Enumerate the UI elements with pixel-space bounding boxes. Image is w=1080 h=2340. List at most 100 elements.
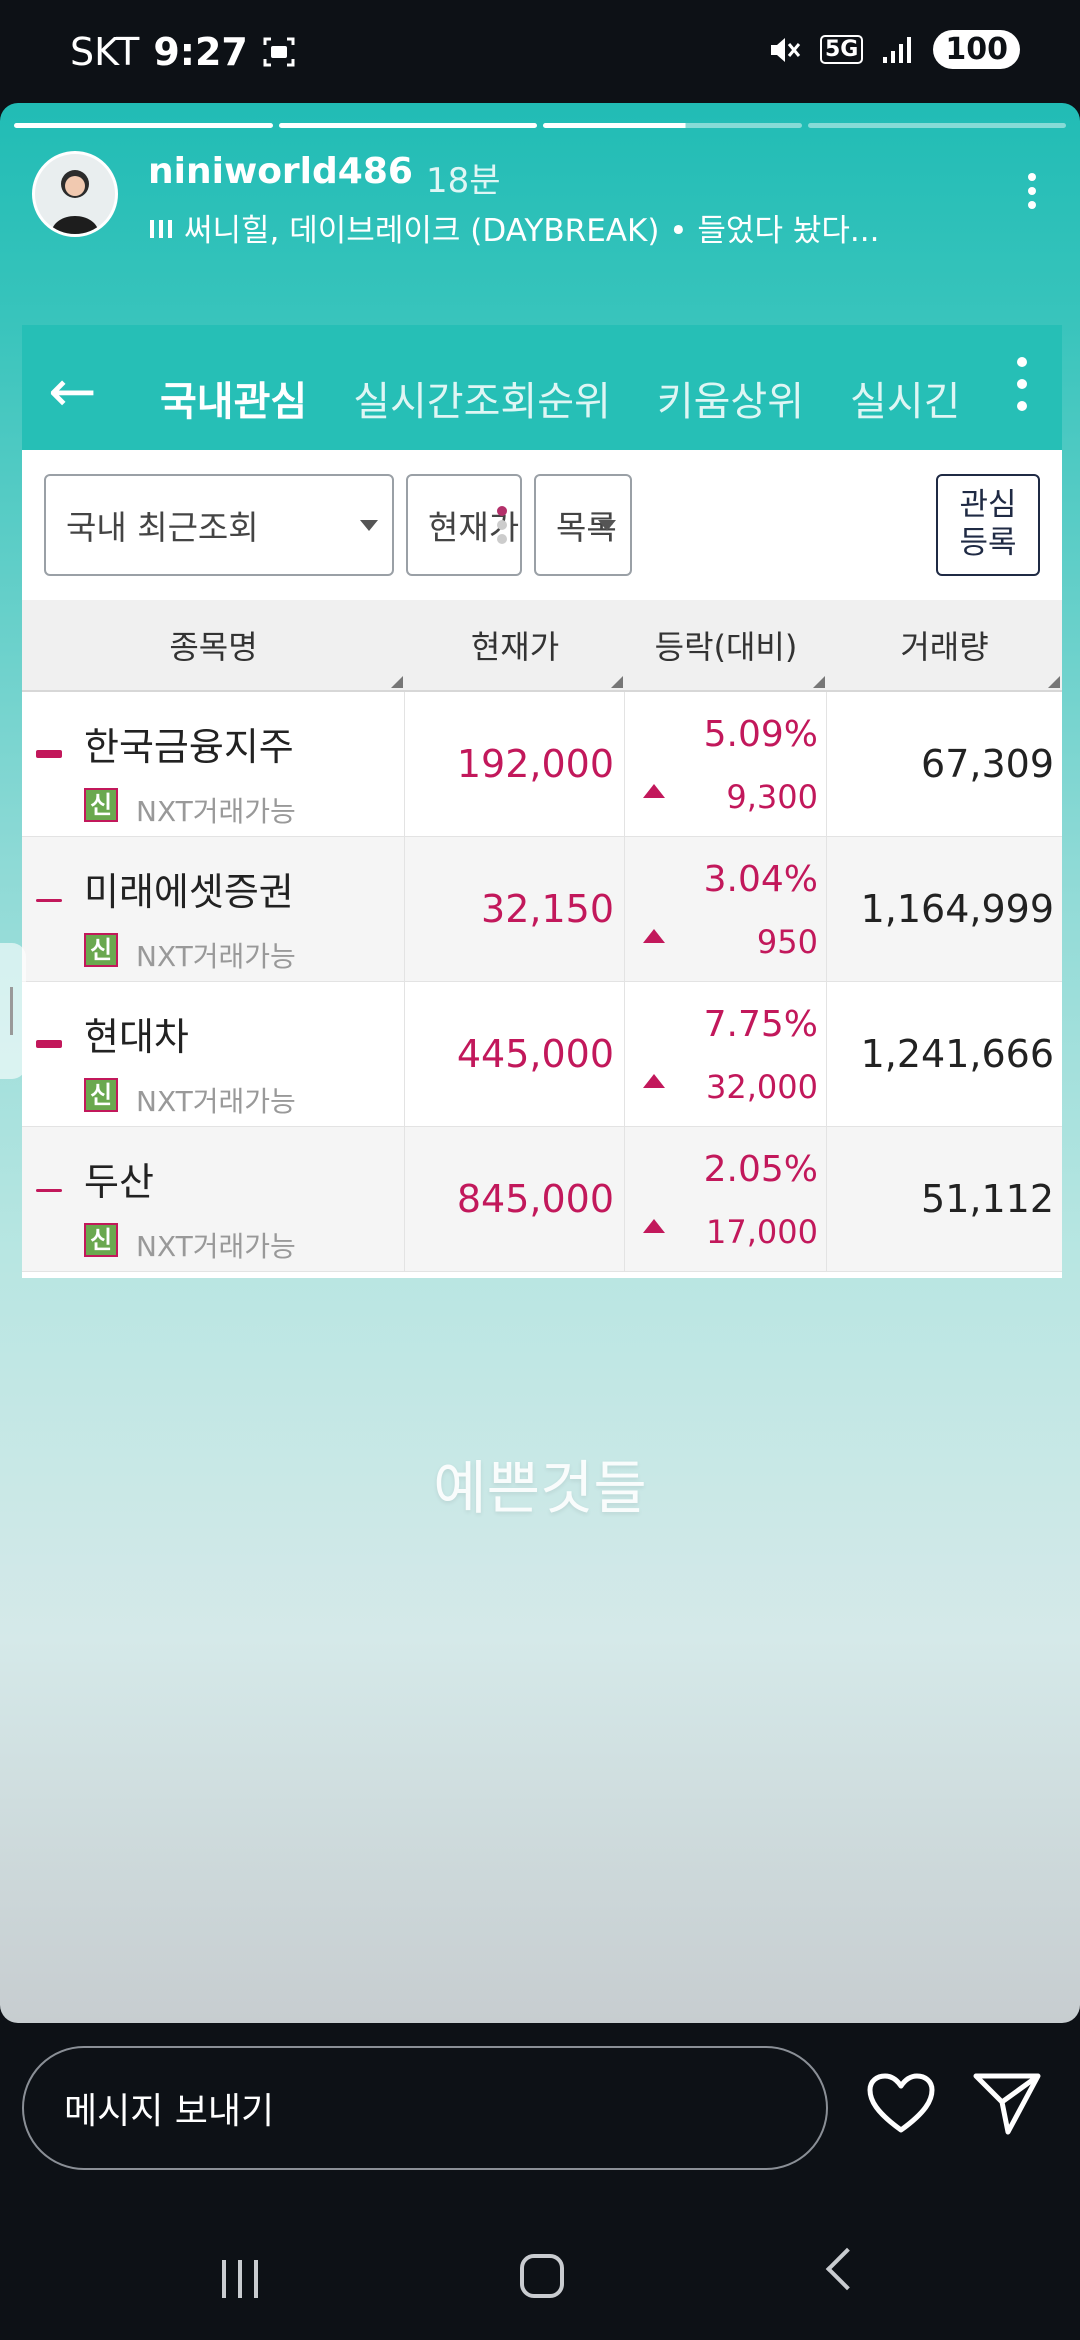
story-progress — [14, 123, 1066, 128]
flag-marker — [36, 1040, 62, 1048]
message-placeholder: 메시지 보내기 — [64, 2091, 275, 2132]
flag-marker — [36, 1189, 62, 1192]
shared-screenshot: ← 국내관심 실시간조회순위 키움상위 실시긴 국내 최근조회 현재가 목록 관… — [22, 325, 1062, 1278]
network-label: 5G — [820, 35, 864, 64]
up-triangle-icon — [643, 929, 665, 943]
change-amount: 9,300 — [726, 778, 818, 816]
battery-badge: 100 — [933, 30, 1020, 69]
change-percent: 2.05% — [703, 1149, 818, 1190]
progress-segment — [14, 123, 273, 128]
more-options-icon[interactable] — [1016, 167, 1048, 227]
col-header-change: 등락(대비) — [625, 600, 827, 690]
stock-name-cell: 미래에셋증권 신 NXT거래가능 — [22, 837, 405, 981]
group-select-label: 국내 최근조회 — [66, 508, 259, 547]
screenshot-icon — [263, 37, 295, 67]
nxt-label: NXT거래가능 — [136, 1230, 296, 1263]
register-line1: 관심 — [959, 487, 1017, 523]
table-row: 미래에셋증권 신 NXT거래가능 32,150 3.04% 950 1,164,… — [22, 837, 1062, 982]
app-tabs: 국내관심 실시간조회순위 키움상위 실시긴 — [160, 369, 960, 427]
chevron-down-icon — [360, 520, 378, 531]
volume-value: 67,309 — [921, 742, 1054, 786]
list-select: 목록 — [534, 474, 632, 576]
credit-badge: 신 — [84, 1078, 118, 1112]
system-nav-bar — [0, 2220, 1080, 2340]
recents-button[interactable] — [222, 2260, 258, 2298]
status-bar: SKT 9:27 5G 100 — [0, 0, 1080, 100]
register-watch-button: 관심 등록 — [936, 474, 1040, 576]
music-info[interactable]: 써니힐, 데이브레이크 (DAYBREAK) • 들었다 놨다... — [148, 205, 879, 250]
price-value: 845,000 — [405, 1127, 625, 1271]
time-ago: 18분 — [426, 161, 501, 201]
price-select: 현재가 — [406, 474, 522, 576]
change-percent: 3.04% — [703, 859, 818, 900]
nxt-label: NXT거래가능 — [136, 795, 296, 828]
stock-name-cell: 현대차 신 NXT거래가능 — [22, 982, 405, 1126]
col-header-price: 현재가 — [405, 600, 625, 690]
price-value: 445,000 — [405, 982, 625, 1126]
col-header-volume: 거래량 — [827, 600, 1062, 690]
stock-name-cell: 한국금융지주 신 NXT거래가능 — [22, 692, 405, 836]
heart-icon[interactable] — [866, 2072, 936, 2136]
up-triangle-icon — [643, 784, 665, 798]
change-cell: 2.05% 17,000 — [625, 1127, 827, 1271]
story-caption: 예쁜것들 — [433, 1454, 647, 1522]
change-amount: 950 — [756, 923, 818, 961]
table-row: 두산 신 NXT거래가능 845,000 2.05% 17,000 51,112 — [22, 1127, 1062, 1272]
music-bars-icon — [150, 219, 172, 238]
table-row: 현대차 신 NXT거래가능 445,000 7.75% 32,000 1,241… — [22, 982, 1062, 1127]
tab-realtime-views: 실시간조회순위 — [353, 379, 611, 425]
nxt-label: NXT거래가능 — [136, 1085, 296, 1118]
change-cell: 3.04% 950 — [625, 837, 827, 981]
home-button[interactable] — [520, 2254, 564, 2298]
up-triangle-icon — [643, 1219, 665, 1233]
app-header: ← 국내관심 실시간조회순위 키움상위 실시긴 — [22, 325, 1062, 450]
signal-icon — [883, 36, 912, 63]
tab-kiwoom-top: 키움상위 — [656, 379, 805, 425]
progress-segment — [278, 123, 537, 128]
flag-marker — [36, 899, 62, 902]
flag-marker — [36, 750, 62, 758]
change-amount: 17,000 — [706, 1213, 818, 1251]
stock-name: 현대차 — [84, 1015, 189, 1059]
group-select: 국내 최근조회 — [44, 474, 394, 576]
chevron-down-icon — [598, 520, 616, 531]
progress-segment-current — [543, 123, 802, 128]
music-title: 써니힐, 데이브레이크 (DAYBREAK) • 들었다 놨다... — [184, 213, 880, 249]
clock: 9:27 — [153, 30, 248, 74]
change-cell: 7.75% 32,000 — [625, 982, 827, 1126]
credit-badge: 신 — [84, 788, 118, 822]
col-header-name: 종목명 — [22, 600, 405, 690]
volume-value: 1,164,999 — [860, 887, 1054, 931]
table-header: 종목명 현재가 등락(대비) 거래량 — [22, 600, 1062, 692]
stock-name: 두산 — [84, 1160, 154, 1204]
tab-watchlist: 국내관심 — [160, 379, 308, 425]
send-icon[interactable] — [972, 2070, 1042, 2136]
price-value: 32,150 — [405, 837, 625, 981]
volume-value: 1,241,666 — [860, 1032, 1054, 1076]
up-triangle-icon — [643, 1074, 665, 1088]
mute-icon — [771, 37, 801, 62]
change-percent: 5.09% — [703, 714, 818, 755]
credit-badge: 신 — [84, 933, 118, 967]
stock-name-cell: 두산 신 NXT거래가능 — [22, 1127, 405, 1271]
stock-name: 한국금융지주 — [84, 725, 294, 769]
story-card[interactable]: niniworld486 18분 써니힐, 데이브레이크 (DAYBREAK) … — [0, 103, 1080, 2023]
back-button[interactable] — [825, 2247, 869, 2291]
message-input[interactable]: 메시지 보내기 — [22, 2046, 828, 2170]
change-percent: 7.75% — [703, 1004, 818, 1045]
username[interactable]: niniworld486 — [148, 151, 413, 192]
change-cell: 5.09% 9,300 — [625, 692, 827, 836]
register-line2: 등록 — [959, 525, 1017, 561]
change-amount: 32,000 — [706, 1068, 818, 1106]
credit-badge: 신 — [84, 1223, 118, 1257]
nxt-label: NXT거래가능 — [136, 940, 296, 973]
stock-table: 한국금융지주 신 NXT거래가능 192,000 5.09% 9,300 67,… — [22, 692, 1062, 1272]
app-menu-icon — [1012, 345, 1032, 423]
edge-panel-handle[interactable] — [0, 943, 26, 1079]
back-arrow-icon: ← — [48, 357, 97, 425]
price-value: 192,000 — [405, 692, 625, 836]
avatar[interactable] — [32, 151, 118, 237]
table-row: 한국금융지주 신 NXT거래가능 192,000 5.09% 9,300 67,… — [22, 692, 1062, 837]
filter-bar: 국내 최근조회 현재가 목록 관심 등록 — [22, 450, 1062, 600]
volume-value: 51,112 — [921, 1177, 1054, 1221]
